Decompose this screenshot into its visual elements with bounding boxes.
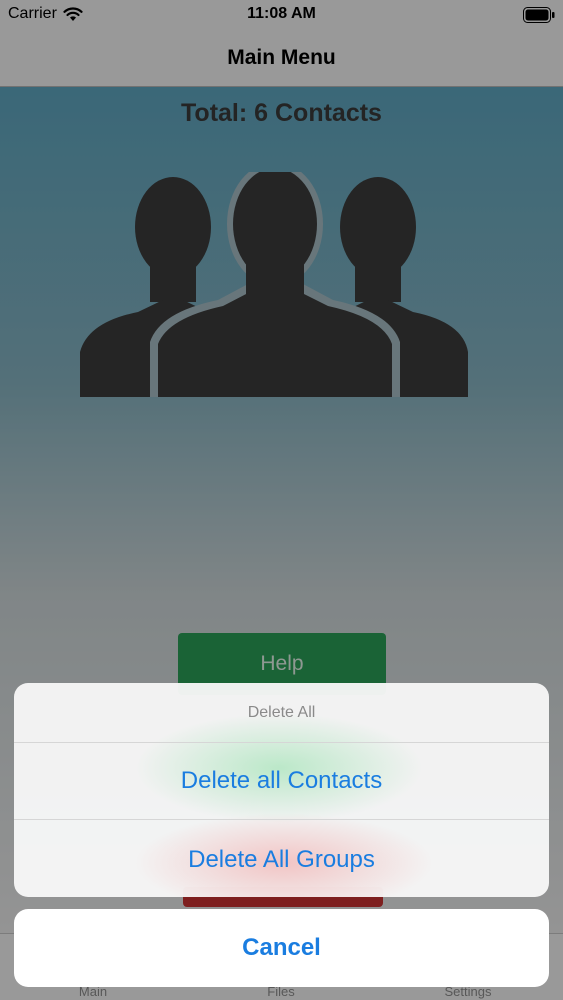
delete-all-groups-button[interactable]: Delete All Groups xyxy=(14,821,549,897)
app-screen: Carrier 11:08 AM Main Menu Total: 6 Cont… xyxy=(0,0,563,1000)
cancel-button[interactable]: Cancel xyxy=(14,909,549,987)
action-sheet: Delete All Delete all Contacts Delete Al… xyxy=(14,683,549,897)
delete-all-contacts-button[interactable]: Delete all Contacts xyxy=(14,743,549,820)
action-sheet-title: Delete All xyxy=(14,683,549,743)
